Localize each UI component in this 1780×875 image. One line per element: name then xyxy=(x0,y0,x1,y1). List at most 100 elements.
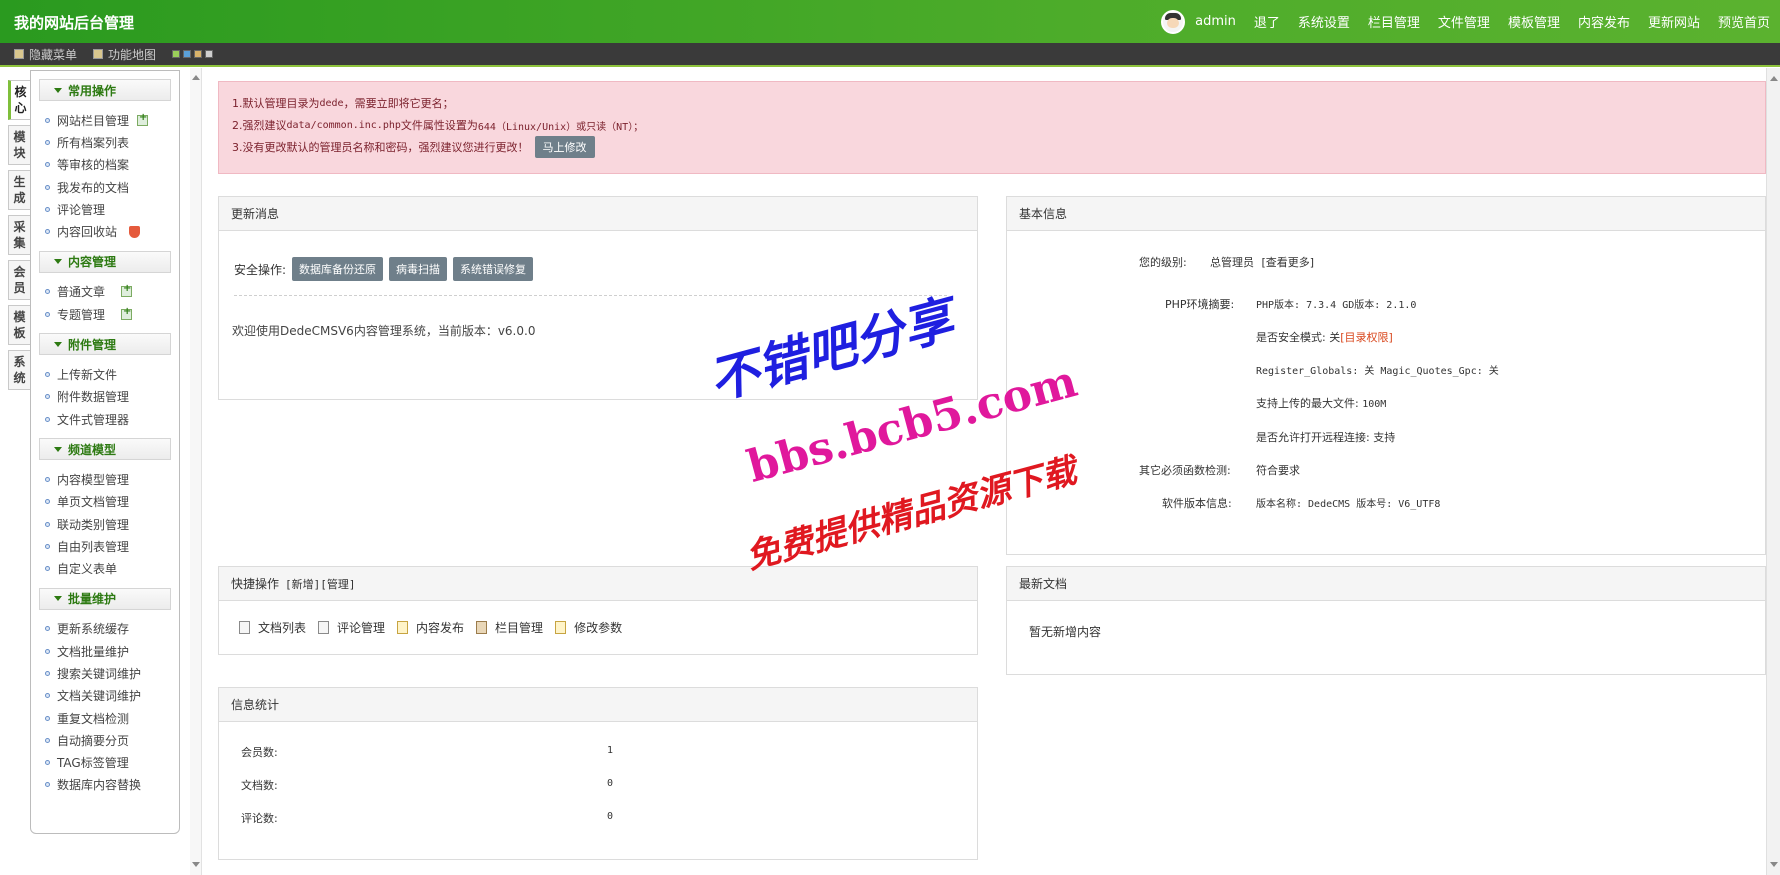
bullet-icon xyxy=(45,162,50,168)
quick-comments[interactable]: 评论管理 xyxy=(318,619,385,636)
sidebar-item-attach-data[interactable]: 附件数据管理 xyxy=(39,386,171,408)
sidebar-item-pending-review[interactable]: 等审核的档案 xyxy=(39,154,171,176)
collapse-arrow-icon xyxy=(54,87,62,93)
tab-generate[interactable]: 生成 xyxy=(8,170,30,210)
bullet-icon xyxy=(45,626,50,632)
add-icon[interactable] xyxy=(137,112,149,126)
sidebar-item-doc-keywords[interactable]: 文档关键词维护 xyxy=(39,685,171,707)
sidebar-item-upload[interactable]: 上传新文件 xyxy=(39,363,171,385)
upload-value: 100M xyxy=(1362,399,1387,410)
db-backup-button[interactable]: 数据库备份还原 xyxy=(292,257,384,281)
sidebar-item-custom-forms[interactable]: 自定义表单 xyxy=(39,557,171,579)
sidebar-item-articles[interactable]: 普通文章 xyxy=(39,281,171,303)
collapse-arrow-icon xyxy=(54,259,62,265)
scroll-up-icon[interactable] xyxy=(192,75,200,80)
add-icon[interactable] xyxy=(121,283,133,298)
upload-row: 支持上传的最大文件: 100M xyxy=(1256,395,1386,411)
scroll-down-icon[interactable] xyxy=(192,862,200,867)
section-attachments[interactable]: 附件管理 xyxy=(39,333,171,356)
tab-collect[interactable]: 采集 xyxy=(8,215,30,255)
quick-doc-list[interactable]: 文档列表 xyxy=(239,619,306,636)
shield-icon xyxy=(129,225,141,238)
tab-core[interactable]: 核心 xyxy=(8,80,30,120)
skin-green-swatch[interactable] xyxy=(172,50,181,58)
remote-row: 是否允许打开远程连接: 支持 xyxy=(1256,431,1396,444)
change-password-button[interactable]: 马上修改 xyxy=(534,136,595,158)
quick-publish[interactable]: 内容发布 xyxy=(397,619,464,636)
section-common-ops[interactable]: 常用操作 xyxy=(39,79,171,101)
sidebar-item-content-models[interactable]: 内容模型管理 xyxy=(39,468,171,490)
error-repair-button[interactable]: 系统错误修复 xyxy=(453,257,534,281)
panel-title: 最新文档 xyxy=(1007,567,1765,601)
tab-modules[interactable]: 模块 xyxy=(8,125,30,165)
sidebar-item-update-cache[interactable]: 更新系统缓存 xyxy=(39,618,171,640)
sidebar-item-db-replace[interactable]: 数据库内容替换 xyxy=(39,774,171,796)
sidebar-item-linked-categories[interactable]: 联动类别管理 xyxy=(39,513,171,535)
skin-gray-swatch[interactable] xyxy=(205,50,214,58)
sidebar-item-recycle-bin[interactable]: 内容回收站 xyxy=(39,220,171,242)
sidebar-item-label: 搜索关键词维护 xyxy=(57,666,142,681)
tab-members[interactable]: 会员 xyxy=(8,260,30,300)
nav-system-settings[interactable]: 系统设置 xyxy=(1298,12,1350,31)
dir-permission-link[interactable]: [目录权限] xyxy=(1340,331,1393,344)
skin-blue-swatch[interactable] xyxy=(183,50,192,58)
sidebar-item-duplicate-check[interactable]: 重复文档检测 xyxy=(39,707,171,729)
quick-label: 评论管理 xyxy=(337,621,386,635)
security-ops-label: 安全操作: xyxy=(234,262,287,277)
sidebar-item-all-archives[interactable]: 所有档案列表 xyxy=(39,131,171,153)
func-value: 符合要求 xyxy=(1256,464,1300,477)
quick-settings[interactable]: 修改参数 xyxy=(555,619,622,636)
sidebar-item-comments[interactable]: 评论管理 xyxy=(39,198,171,220)
nav-file-manage[interactable]: 文件管理 xyxy=(1438,12,1490,31)
sidebar-scrollbar[interactable] xyxy=(190,68,202,875)
add-icon[interactable] xyxy=(121,306,133,320)
sidebar-item-auto-summary[interactable]: 自动摘要分页 xyxy=(39,729,171,751)
nav-update-site[interactable]: 更新网站 xyxy=(1648,12,1700,31)
section-batch-maintenance[interactable]: 批量维护 xyxy=(39,587,171,610)
sidebar-item-column-manage[interactable]: 网站栏目管理 xyxy=(39,109,171,131)
quick-columns[interactable]: 栏目管理 xyxy=(476,619,543,636)
main-scrollbar[interactable] xyxy=(1766,68,1780,875)
nav-column-manage[interactable]: 栏目管理 xyxy=(1368,12,1420,31)
level-more-link[interactable]: [查看更多] xyxy=(1262,256,1315,269)
function-map-button[interactable]: 功能地图 xyxy=(93,46,156,63)
soft-label: 软件版本信息: xyxy=(1162,497,1232,510)
scroll-down-icon[interactable] xyxy=(1770,862,1778,867)
bullet-icon xyxy=(45,311,50,317)
nav-template-manage[interactable]: 模板管理 xyxy=(1508,12,1560,31)
sidebar-item-my-docs[interactable]: 我发布的文档 xyxy=(39,176,171,198)
bullet-icon xyxy=(45,737,50,743)
avatar[interactable] xyxy=(1161,9,1186,34)
sub-toolbar: 隐藏菜单 功能地图 xyxy=(0,43,1780,67)
sidebar-item-batch-docs[interactable]: 文档批量维护 xyxy=(39,640,171,662)
tab-templates[interactable]: 模板 xyxy=(8,305,30,345)
bullet-icon xyxy=(45,499,50,505)
sidebar-item-search-keywords[interactable]: 搜索关键词维护 xyxy=(39,662,171,684)
sidebar-item-file-manager[interactable]: 文件式管理器 xyxy=(39,408,171,430)
section-channel-models[interactable]: 频道模型 xyxy=(39,438,171,461)
sidebar-item-free-lists[interactable]: 自由列表管理 xyxy=(39,535,171,557)
sidebar-item-label: 内容回收站 xyxy=(57,225,118,240)
nav-preview-home[interactable]: 预览首页 xyxy=(1718,12,1770,31)
alert-line-2: 2.强烈建议 data/common.inc.php 文件属性设置为 644（Linu… xyxy=(232,114,1752,136)
sidebar-item-topics[interactable]: 专题管理 xyxy=(39,303,171,325)
alert-code: data/common.inc.php xyxy=(286,119,401,131)
section-content-manage[interactable]: 内容管理 xyxy=(39,250,171,273)
username[interactable]: admin xyxy=(1195,14,1236,29)
quick-label: 内容发布 xyxy=(416,621,465,635)
scroll-up-icon[interactable] xyxy=(1770,76,1778,81)
sidebar-item-label: 评论管理 xyxy=(57,202,106,217)
nav-logout[interactable]: 退了 xyxy=(1254,12,1280,31)
tab-system[interactable]: 系统 xyxy=(8,350,30,390)
skin-brown-swatch[interactable] xyxy=(194,50,203,58)
quick-label: 修改参数 xyxy=(574,621,623,635)
quick-add-manage-link[interactable]: [新增][管理] xyxy=(285,576,356,592)
virus-scan-button[interactable]: 病毒扫描 xyxy=(389,257,448,281)
hide-menu-button[interactable]: 隐藏菜单 xyxy=(14,46,77,63)
sidebar-item-tag-manage[interactable]: TAG标签管理 xyxy=(39,752,171,774)
sidebar-item-single-pages[interactable]: 单页文档管理 xyxy=(39,491,171,513)
nav-publish[interactable]: 内容发布 xyxy=(1578,12,1630,31)
sidebar-item-label: 更新系统缓存 xyxy=(57,622,130,637)
sidebar-item-label: 数据库内容替换 xyxy=(57,778,142,793)
sidebar-item-label: TAG标签管理 xyxy=(57,756,129,771)
